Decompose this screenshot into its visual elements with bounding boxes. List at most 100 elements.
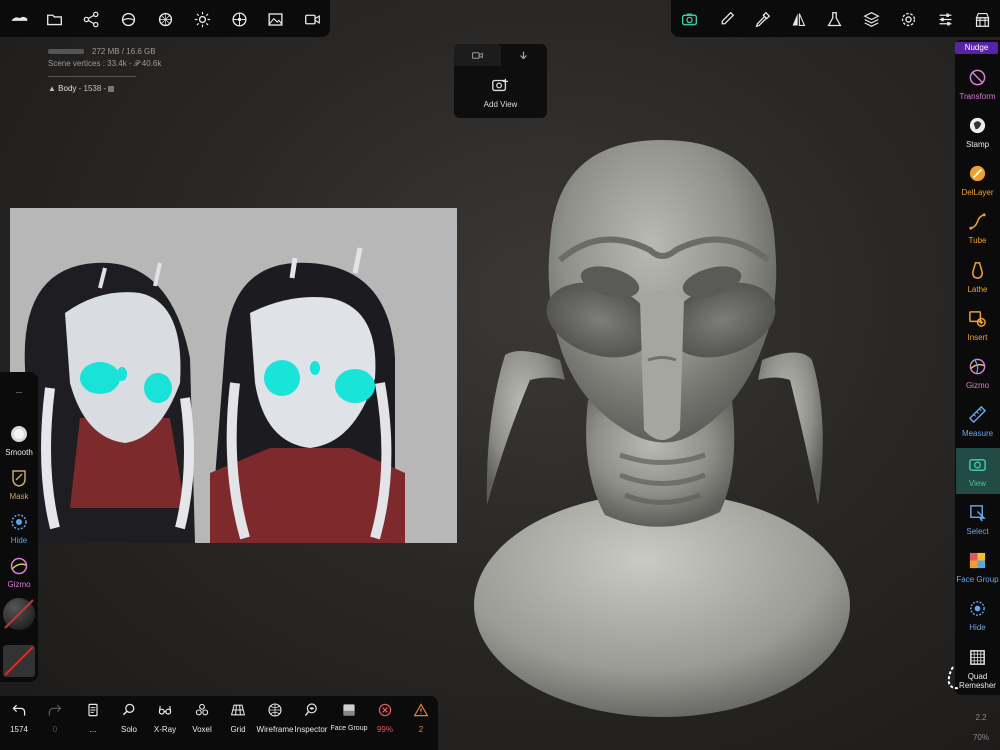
undo-button[interactable]: 1574 bbox=[0, 702, 38, 734]
tab-camera[interactable] bbox=[454, 44, 501, 66]
stamp-icon bbox=[969, 117, 986, 134]
inspector-toggle[interactable]: Inspector bbox=[292, 702, 330, 734]
tool-label: Tube bbox=[968, 236, 987, 245]
tool-stamp[interactable]: Stamp bbox=[955, 116, 1000, 149]
smooth-icon bbox=[11, 426, 27, 442]
tool-quad-remesher[interactable]: Quad Remesher bbox=[955, 648, 1000, 690]
ref-eye-right-2 bbox=[335, 369, 375, 403]
scene-vertices: Scene vertices : 33.4k - 𝒫 40.6k bbox=[48, 59, 162, 68]
ruler-icon bbox=[968, 405, 987, 424]
flask-icon[interactable] bbox=[824, 9, 844, 29]
tool-label: Gizmo bbox=[965, 381, 990, 390]
tool-tube[interactable]: Tube bbox=[955, 212, 1000, 245]
video-icon[interactable] bbox=[302, 9, 322, 29]
object-name: Body bbox=[58, 84, 77, 93]
ref-eye-left-1 bbox=[80, 362, 120, 394]
add-view-label[interactable]: Add View bbox=[454, 100, 547, 109]
brush-intensity-slider[interactable] bbox=[3, 645, 35, 677]
brush-icon[interactable] bbox=[716, 9, 736, 29]
video-camera-icon bbox=[471, 51, 483, 59]
add-view-popup: Add View bbox=[454, 44, 547, 118]
image-icon[interactable] bbox=[265, 9, 285, 29]
tool-select[interactable]: Select bbox=[955, 503, 1000, 536]
tool-lathe[interactable]: Lathe bbox=[955, 261, 1000, 294]
sliders-icon[interactable] bbox=[935, 9, 955, 29]
tool-dellayer[interactable]: DelLayer bbox=[955, 164, 1000, 197]
nudge-badge[interactable]: Nudge bbox=[955, 42, 998, 54]
scene-graph-icon[interactable] bbox=[81, 9, 101, 29]
arrow-down-icon bbox=[520, 51, 528, 59]
reference-image[interactable] bbox=[10, 208, 457, 543]
eyedropper-icon[interactable] bbox=[752, 9, 772, 29]
gizmo-icon bbox=[969, 358, 986, 375]
voxel-toggle[interactable]: Voxel bbox=[183, 702, 221, 734]
tool-label: DelLayer bbox=[961, 188, 994, 197]
tool-label: Smooth bbox=[5, 448, 33, 457]
tool-gizmo[interactable]: Gizmo bbox=[0, 556, 38, 589]
gizmo-icon bbox=[10, 557, 28, 575]
light-icon[interactable] bbox=[192, 9, 212, 29]
tool-label: Select bbox=[966, 527, 989, 536]
material-icon[interactable] bbox=[118, 9, 138, 29]
solo-label: Solo bbox=[120, 725, 137, 734]
xray-toggle[interactable]: X-Ray bbox=[146, 702, 184, 734]
face-group-toggle[interactable]: Face Group bbox=[330, 702, 368, 732]
settings-icon[interactable] bbox=[898, 9, 918, 29]
tool-label: Insert bbox=[967, 333, 988, 342]
wireframe-label: Wireframe bbox=[256, 725, 294, 734]
redo-button[interactable]: 0 bbox=[36, 702, 74, 734]
redo-count: 0 bbox=[52, 725, 58, 734]
wireframe-icon bbox=[268, 703, 282, 717]
tool-insert[interactable]: Insert bbox=[955, 309, 1000, 342]
brush-radius-slider[interactable] bbox=[3, 598, 35, 630]
tool-label: Lathe bbox=[967, 285, 988, 294]
tool-label: Quad Remesher bbox=[959, 672, 996, 690]
tool-gizmo-right[interactable]: Gizmo bbox=[955, 357, 1000, 390]
hide-icon bbox=[970, 601, 985, 616]
wireframe-toggle[interactable]: Wireframe bbox=[256, 702, 294, 734]
tool-face-group[interactable]: Face Group bbox=[955, 551, 1000, 584]
warning-status[interactable]: 2 bbox=[402, 702, 440, 734]
face-group-label: Face Group bbox=[330, 725, 368, 732]
error-status[interactable]: 99% bbox=[366, 702, 404, 734]
xray-label: X-Ray bbox=[153, 725, 177, 734]
layers-icon[interactable] bbox=[861, 9, 881, 29]
tab-download[interactable] bbox=[501, 44, 548, 66]
warning-icon bbox=[413, 703, 429, 717]
camera-icon[interactable] bbox=[679, 9, 699, 29]
history-button[interactable]: ... bbox=[74, 702, 112, 734]
add-view-icon[interactable] bbox=[491, 76, 509, 94]
mask-icon bbox=[12, 470, 26, 487]
inspector-label: Inspector bbox=[294, 725, 328, 734]
tool-measure[interactable]: Measure bbox=[955, 405, 1000, 438]
memory-usage: 272 MB / 16.6 GB bbox=[92, 47, 156, 56]
face-group-icon bbox=[969, 552, 986, 569]
zoom-info: 2.2 70% bbox=[966, 708, 996, 748]
voxel-icon bbox=[195, 703, 209, 716]
grid-toggle[interactable]: Grid bbox=[219, 702, 257, 734]
tool-view[interactable]: View bbox=[955, 455, 1000, 488]
warning-count: 2 bbox=[418, 725, 424, 734]
tool-hide[interactable]: Hide bbox=[0, 512, 38, 545]
active-object[interactable]: ▲ Body - 1538 - bbox=[48, 83, 161, 95]
tool-hide-right[interactable]: Hide bbox=[955, 599, 1000, 632]
environment-icon[interactable] bbox=[155, 9, 175, 29]
tool-label: Measure bbox=[961, 429, 994, 438]
scene-icon[interactable] bbox=[972, 9, 992, 29]
sidebar-handle[interactable] bbox=[16, 392, 22, 393]
solo-toggle[interactable]: Solo bbox=[110, 702, 148, 734]
app-menu-icon[interactable] bbox=[7, 9, 31, 29]
symmetry-icon[interactable] bbox=[788, 9, 808, 29]
tool-transform[interactable]: Transform bbox=[955, 68, 1000, 101]
tool-label: Transform bbox=[959, 92, 996, 101]
tool-mask[interactable]: Mask bbox=[0, 468, 38, 501]
pencil-hover-indicator bbox=[947, 666, 960, 690]
left-tool-sidebar: Smooth Mask Hide Gizmo bbox=[0, 372, 38, 682]
hide-icon bbox=[11, 514, 27, 530]
tool-smooth[interactable]: Smooth bbox=[0, 424, 38, 457]
folder-icon[interactable] bbox=[44, 9, 64, 29]
disabled-slash-icon bbox=[4, 646, 34, 676]
face-group-icon bbox=[343, 704, 355, 716]
select-icon bbox=[970, 505, 986, 522]
post-process-icon[interactable] bbox=[229, 9, 249, 29]
